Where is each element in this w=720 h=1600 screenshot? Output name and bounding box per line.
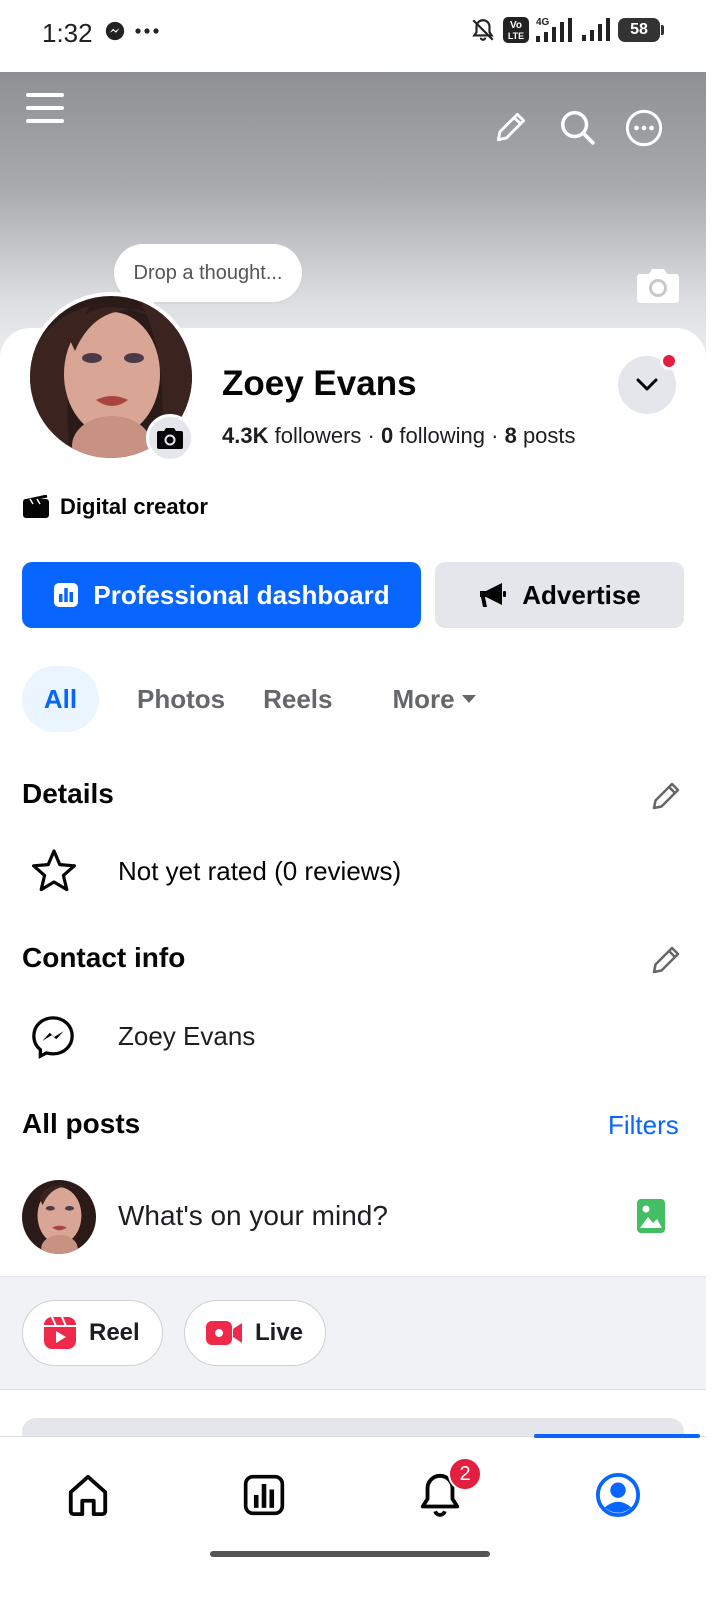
live-chip[interactable]: Live bbox=[184, 1300, 327, 1366]
following-link[interactable]: 0 following bbox=[381, 423, 485, 448]
composer-input[interactable]: What's on your mind? bbox=[118, 1200, 388, 1232]
signal-icon bbox=[582, 18, 610, 41]
edit-details-pencil-icon[interactable] bbox=[648, 778, 684, 814]
messenger-name: Zoey Evans bbox=[118, 1021, 256, 1051]
messenger-notification-icon bbox=[105, 21, 125, 41]
photo-icon[interactable] bbox=[636, 1198, 666, 1234]
thought-prompt-text: Drop a thought... bbox=[133, 261, 283, 284]
tab-photos[interactable]: Photos bbox=[118, 666, 244, 732]
stats-separator: · bbox=[491, 423, 499, 448]
composer-avatar[interactable] bbox=[22, 1180, 96, 1254]
nav-dashboard[interactable] bbox=[214, 1465, 314, 1525]
contact-info-heading: Contact info bbox=[22, 942, 186, 973]
followers-link[interactable]: 4.3K followers bbox=[222, 423, 361, 448]
live-chip-label: Live bbox=[255, 1319, 304, 1346]
bottom-navigation: 2 bbox=[0, 1434, 706, 1600]
advertise-label: Advertise bbox=[522, 579, 641, 610]
chevron-down-icon bbox=[636, 378, 658, 391]
edit-cover-camera-icon[interactable] bbox=[636, 266, 680, 304]
stats-separator: · bbox=[367, 423, 375, 448]
category-label: Digital creator bbox=[22, 494, 208, 520]
notification-dot bbox=[660, 352, 678, 370]
pencil-icon[interactable] bbox=[492, 108, 530, 146]
professional-dashboard-button[interactable]: Professional dashboard bbox=[22, 562, 421, 628]
details-heading: Details bbox=[22, 778, 114, 809]
status-time: 1:32 bbox=[42, 18, 93, 48]
svg-text:LTE: LTE bbox=[508, 31, 524, 41]
profile-tabs: All Photos Reels More bbox=[22, 666, 496, 732]
home-icon bbox=[68, 1474, 108, 1517]
profile-icon bbox=[595, 1472, 641, 1518]
menu-icon[interactable] bbox=[24, 90, 66, 126]
reel-icon bbox=[44, 1316, 76, 1349]
filters-link[interactable]: Filters bbox=[608, 1110, 679, 1141]
profile-stats: 4.3K followers · 0 following · 8 posts bbox=[222, 423, 576, 449]
volte-icon: VoLTE bbox=[503, 17, 529, 43]
more-notifications-icon bbox=[135, 28, 159, 34]
category-text: Digital creator bbox=[60, 494, 208, 519]
thought-bubble[interactable]: Drop a thought... bbox=[114, 244, 302, 302]
nav-profile[interactable] bbox=[568, 1465, 668, 1525]
rating-text: Not yet rated (0 reviews) bbox=[118, 856, 402, 886]
search-icon[interactable] bbox=[558, 108, 596, 146]
signal-4g-icon: 4G bbox=[536, 17, 572, 42]
advertise-button[interactable]: Advertise bbox=[435, 562, 684, 628]
profile-name: Zoey Evans bbox=[222, 364, 417, 403]
more-icon[interactable] bbox=[624, 108, 664, 148]
tab-all[interactable]: All bbox=[22, 666, 99, 732]
megaphone-icon bbox=[480, 583, 507, 607]
status-bar: 1:32 Vo LTE 4G 58 bbox=[0, 0, 720, 72]
clapperboard-icon bbox=[23, 495, 49, 518]
caret-down-icon bbox=[461, 695, 476, 703]
professional-dashboard-label: Professional dashboard bbox=[93, 579, 390, 610]
messenger-row[interactable] bbox=[30, 1014, 76, 1060]
tab-more[interactable]: More bbox=[374, 666, 496, 732]
mute-icon bbox=[472, 19, 494, 41]
messenger-icon bbox=[32, 1016, 74, 1059]
tab-reels[interactable]: Reels bbox=[244, 666, 351, 732]
active-tab-indicator bbox=[534, 1434, 700, 1438]
reel-chip-label: Reel bbox=[89, 1319, 140, 1346]
star-icon bbox=[32, 849, 76, 892]
nav-home[interactable] bbox=[38, 1465, 138, 1525]
svg-text:Vo: Vo bbox=[510, 20, 522, 31]
dashboard-icon bbox=[243, 1474, 285, 1516]
camera-icon bbox=[157, 428, 183, 449]
rating-row bbox=[30, 848, 78, 894]
notification-badge: 2 bbox=[448, 1457, 482, 1491]
composer-profile-photo bbox=[22, 1180, 96, 1254]
all-posts-heading: All posts bbox=[22, 1108, 141, 1139]
change-profile-photo-button[interactable] bbox=[146, 414, 194, 462]
insights-icon bbox=[54, 583, 79, 607]
edit-contact-pencil-icon[interactable] bbox=[648, 942, 684, 978]
live-video-icon bbox=[206, 1321, 242, 1345]
reel-chip[interactable]: Reel bbox=[22, 1300, 163, 1366]
svg-text:4G: 4G bbox=[536, 17, 550, 28]
posts-count[interactable]: 8 posts bbox=[505, 423, 576, 448]
battery-indicator: 58 bbox=[618, 18, 664, 42]
home-indicator[interactable] bbox=[210, 1551, 490, 1557]
